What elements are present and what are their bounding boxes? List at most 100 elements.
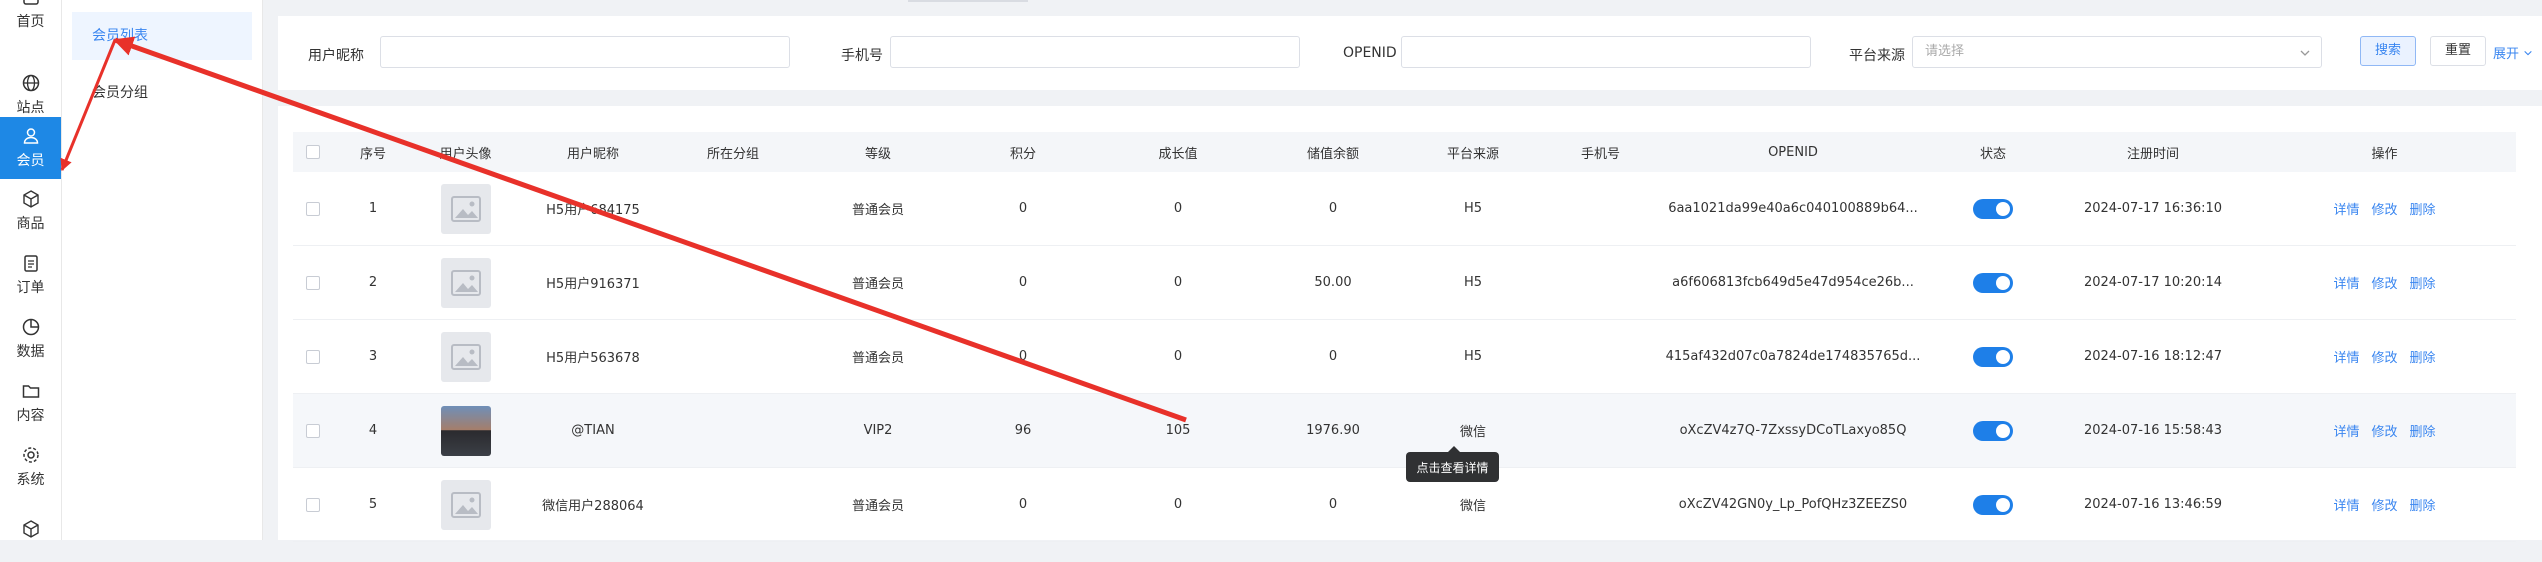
edit-link[interactable]: 修改 [2371,421,2397,440]
submenu-item-member-list[interactable]: 会员列表 [72,12,252,60]
user-icon [23,128,38,144]
status-cell [1933,468,2053,541]
cell-time: 2024-07-16 18:12:47 [2083,349,2223,364]
status-toggle[interactable] [1973,420,2013,441]
ops-cell: 详情 修改 删除 [2253,468,2516,541]
gear-icon [22,447,39,463]
avatar[interactable] [440,405,491,456]
cell-no: 1 [368,201,378,216]
cell-no: 4 [368,423,378,438]
source-label: 平台来源 [1849,48,1905,64]
nickname-input[interactable] [380,36,790,68]
status-toggle[interactable] [1973,494,2013,515]
row-checkbox[interactable] [293,394,333,467]
avatar-cell [413,172,518,245]
nav-item-goods[interactable]: 商品 [0,180,61,242]
cell-level: 普通会员 [851,499,904,514]
reset-button[interactable]: 重置 [2430,36,2486,66]
cell-balance: 0 [1328,349,1338,364]
nav-item-content[interactable]: 内容 [0,372,61,434]
detail-link[interactable]: 详情 [2333,273,2359,292]
cell-openid: oXcZV4z7Q-7ZxssyDCoTLaxyo85Q [1679,423,1907,438]
main-nav-rail: 首页 站点 会员 商品 订单 数据 内容 系统 [0,0,62,540]
search-button[interactable]: 搜索 [2360,36,2416,66]
nav-label-home: 首页 [16,14,45,30]
nav-label-data: 数据 [16,344,45,360]
expand-toggle[interactable]: 展开 [2493,43,2533,62]
avatar[interactable] [440,257,491,308]
avatar[interactable] [440,331,491,382]
status-toggle[interactable] [1973,198,2013,219]
row-checkbox[interactable] [293,172,333,245]
nav-item-home[interactable]: 首页 [0,0,61,40]
ops-cell: 详情 修改 删除 [2253,394,2516,467]
status-toggle[interactable] [1973,346,2013,367]
nav-item-system[interactable]: 系统 [0,436,61,498]
table-row: 5 微信用户288064 普通会员 0 0 0 微信 oXcZV42GN0y_Lp_PofQH… [293,468,2516,542]
detail-link[interactable]: 详情 [2333,199,2359,218]
detail-link[interactable]: 详情 [2333,495,2359,514]
edit-link[interactable]: 修改 [2371,199,2397,218]
avatar-cell [413,246,518,319]
row-checkbox[interactable] [293,320,333,393]
cell-time: 2024-07-16 13:46:59 [2083,497,2223,512]
edit-link[interactable]: 修改 [2371,347,2397,366]
cell-group [668,246,798,319]
cell-growth: 0 [1173,497,1183,512]
detail-link[interactable]: 详情 [2333,347,2359,366]
submenu-item-member-group[interactable]: 会员分组 [72,69,252,117]
cell-level: VIP2 [863,423,893,438]
header-avatar: 用户头像 [439,146,492,162]
status-cell [1933,172,2053,245]
status-toggle[interactable] [1973,272,2013,293]
edit-link[interactable]: 修改 [2371,495,2397,514]
header-source: 平台来源 [1446,146,1499,162]
cell-group [668,468,798,541]
nav-label-order: 订单 [16,280,45,296]
header-phone: 手机号 [1580,146,1620,162]
cell-phone [1548,394,1653,467]
order-icon [23,255,38,272]
cell-group [668,172,798,245]
cell-no: 2 [368,275,378,290]
delete-link[interactable]: 删除 [2410,495,2436,514]
openid-input[interactable] [1401,36,1811,68]
cell-level: 普通会员 [851,203,904,218]
cell-balance: 1976.90 [1306,423,1360,438]
cell-source: H5 [1463,201,1483,216]
header-status: 状态 [1979,146,2006,162]
select-all-checkbox[interactable] [293,132,333,172]
table-row: 1 H5用户684175 普通会员 0 0 0 H5 6aa1021da99e40a6c040… [293,172,2516,246]
nav-item-data[interactable]: 数据 [0,308,61,370]
cell-nickname: H5用户916371 [546,277,640,292]
cell-growth[interactable]: 105 [1088,394,1268,467]
phone-input[interactable] [890,36,1300,68]
globe-icon [22,74,39,92]
nav-item-member[interactable]: 会员 [0,117,61,179]
cell-growth: 0 [1173,201,1183,216]
avatar[interactable] [440,183,491,234]
delete-link[interactable]: 删除 [2410,347,2436,366]
cell-openid: oXcZV42GN0y_Lp_PofQHz3ZEEZS0 [1678,497,1908,512]
cell-points: 0 [1018,497,1028,512]
source-placeholder: 请选择 [1925,44,1965,59]
ops-cell: 详情 修改 删除 [2253,172,2516,245]
delete-link[interactable]: 删除 [2410,199,2436,218]
status-cell [1933,246,2053,319]
delete-link[interactable]: 删除 [2410,421,2436,440]
detail-link[interactable]: 详情 [2333,421,2359,440]
edit-link[interactable]: 修改 [2371,273,2397,292]
nav-item-order[interactable]: 订单 [0,244,61,306]
delete-link[interactable]: 删除 [2410,273,2436,292]
nav-label-member: 会员 [16,153,45,169]
avatar-cell [413,468,518,541]
pie-icon [22,318,39,336]
nav-label-content: 内容 [16,408,45,424]
cell-phone [1548,246,1653,319]
row-checkbox[interactable] [293,468,333,541]
nav-item-extra[interactable] [0,500,61,562]
cell-points: 0 [1018,275,1028,290]
source-select[interactable]: 请选择 [1912,36,2322,68]
avatar[interactable] [440,479,491,530]
row-checkbox[interactable] [293,246,333,319]
